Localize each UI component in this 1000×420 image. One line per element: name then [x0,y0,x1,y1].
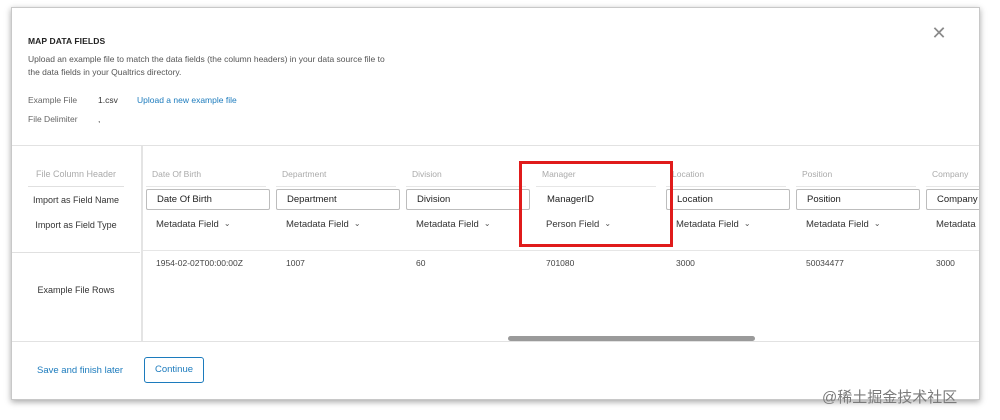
column-header-underline [276,186,396,187]
upload-new-example-link[interactable]: Upload a new example file [137,95,237,105]
file-delimiter-label: File Delimiter [28,114,78,124]
column-header: Location [672,169,705,179]
field-type-value: Person Field [546,219,600,230]
screenshot-canvas: MAP DATA FIELDS Upload an example file t… [0,0,1000,420]
field-type-value: Metadata Field [286,219,349,230]
column-header: Manager [542,169,576,179]
column-header: Company [932,169,969,179]
mapping-column-date-of-birth: Date Of Birth Date Of Birth Metadata Fie… [146,146,272,342]
field-type-select[interactable]: Metadata Field ⌄ [806,219,881,230]
example-file-value: 1.csv [98,95,118,105]
column-divider [141,146,143,342]
column-header-underline [406,186,526,187]
example-file-label: Example File [28,95,78,105]
mapping-column-division: Division Division Metadata Field ⌄ 60 [406,146,532,342]
field-type-value: Metadata Field [936,219,979,230]
column-header-underline [536,186,656,187]
example-value: 50034477 [806,258,844,268]
chevron-down-icon: ⌄ [223,219,231,228]
column-header-underline [926,186,979,187]
field-type-value: Metadata Field [676,219,739,230]
row-header-column: File Column Header Import as Field Name … [12,146,140,342]
field-name-input[interactable]: Division [406,189,530,210]
field-type-select[interactable]: Person Field ⌄ [546,219,611,230]
example-value: 60 [416,258,426,268]
column-header-underline [146,186,266,187]
dialog-title: MAP DATA FIELDS [28,36,106,46]
chevron-down-icon: ⌄ [873,219,881,228]
chevron-down-icon: ⌄ [604,219,612,228]
field-type-value: Metadata Field [806,219,869,230]
field-name-input[interactable]: Position [796,189,920,210]
example-value: 701080 [546,258,575,268]
field-name-input[interactable]: Department [276,189,400,210]
column-header: Department [282,169,327,179]
example-value: 1007 [286,258,305,268]
mapping-column-company: Company Company Metadata Field⌄ 3000 [926,146,979,342]
example-file-rows-label: Example File Rows [37,285,115,295]
column-header: Date Of Birth [152,169,202,179]
footer-divider [12,341,979,342]
chevron-down-icon: ⌄ [743,219,751,228]
column-header: Division [412,169,442,179]
mapping-column-location: Location Location Metadata Field ⌄ 3000 [666,146,792,342]
field-name-input[interactable]: Company [926,189,979,210]
example-value: 3000 [936,258,955,268]
row-header-divider [28,186,124,187]
mapping-column-manager: Manager ManagerID Person Field ⌄ 701080 [536,146,662,342]
import-field-name-label: Import as Field Name [32,195,120,205]
row-header-divider [12,252,140,253]
file-column-header-label: File Column Header [35,169,117,179]
field-type-select[interactable]: Metadata Field ⌄ [286,219,361,230]
close-icon[interactable]: ✕ [930,24,948,42]
field-type-value: Metadata Field [416,219,479,230]
field-mapping-table: File Column Header Import as Field Name … [12,145,979,342]
dialog-description: Upload an example file to match the data… [28,54,385,77]
import-field-type-label: Import as Field Type [35,220,117,230]
field-name-input[interactable]: ManagerID [536,189,660,210]
field-type-select[interactable]: Metadata Field ⌄ [416,219,491,230]
field-type-value: Metadata Field [156,219,219,230]
save-and-finish-later-link[interactable]: Save and finish later [37,365,123,376]
field-name-input[interactable]: Date Of Birth [146,189,270,210]
mapping-column-department: Department Department Metadata Field ⌄ 10… [276,146,402,342]
column-header-underline [796,186,916,187]
field-type-select[interactable]: Metadata Field ⌄ [676,219,751,230]
example-value: 3000 [676,258,695,268]
file-delimiter-value: , [98,114,101,124]
mapping-column-position: Position Position Metadata Field ⌄ 500344… [796,146,922,342]
field-type-select[interactable]: Metadata Field⌄ [936,219,979,230]
chevron-down-icon: ⌄ [483,219,491,228]
map-data-fields-dialog: MAP DATA FIELDS Upload an example file t… [11,7,980,400]
column-header: Position [802,169,833,179]
column-header-underline [666,186,786,187]
continue-button[interactable]: Continue [144,357,204,383]
chevron-down-icon: ⌄ [353,219,361,228]
example-value: 1954-02-02T00:00:00Z [156,258,243,268]
field-name-input[interactable]: Location [666,189,790,210]
watermark: @稀土掘金技术社区 [822,389,958,406]
field-type-select[interactable]: Metadata Field ⌄ [156,219,231,230]
